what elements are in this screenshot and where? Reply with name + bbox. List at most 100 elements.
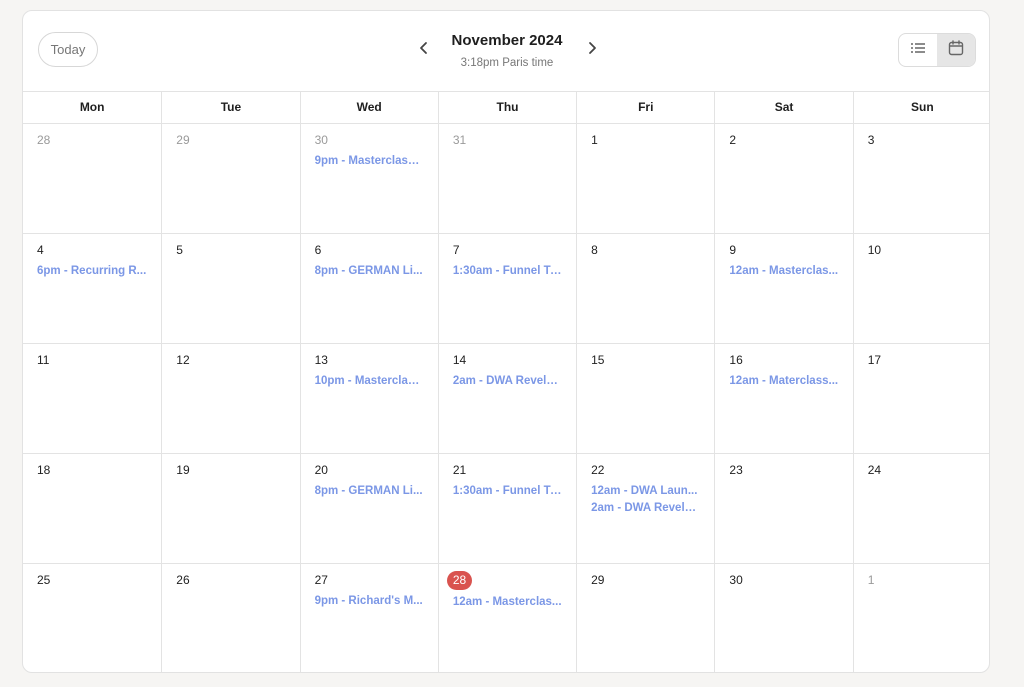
calendar-event[interactable]: 12am - Masterclas... xyxy=(729,263,838,280)
calendar-day-cell[interactable]: 30 xyxy=(714,564,852,672)
calendar-day-cell[interactable]: 29 xyxy=(161,124,299,233)
calendar-event[interactable]: 1:30am - Funnel Tr... xyxy=(453,483,562,500)
list-view-button[interactable] xyxy=(899,34,937,66)
day-number: 17 xyxy=(867,353,882,367)
day-number: 11 xyxy=(37,353,50,367)
day-number: 2 xyxy=(729,133,737,147)
day-number: 31 xyxy=(452,133,467,147)
weekday-label: Fri xyxy=(576,92,714,123)
calendar-day-cell[interactable]: 12 xyxy=(161,344,299,453)
calendar-day-cell[interactable]: 17 xyxy=(852,344,989,453)
calendar-day-cell[interactable]: 30 9pm - Masterclass... xyxy=(299,124,438,233)
day-number: 27 xyxy=(314,573,328,587)
calendar-event[interactable]: 10pm - Masterclas... xyxy=(315,373,424,390)
calendar-day-cell[interactable]: 3 xyxy=(852,124,989,233)
list-icon xyxy=(910,41,926,60)
calendar-day-cell[interactable]: 7 1:30am - Funnel Tr... xyxy=(437,234,576,343)
day-number: 22 xyxy=(591,463,605,477)
calendar-day-cell[interactable]: 16 12am - Materclass... xyxy=(714,344,852,453)
calendar-header: Today November 2024 3:18pm Paris time xyxy=(23,11,989,91)
day-number: 23 xyxy=(729,463,743,477)
calendar-day-cell[interactable]: 18 xyxy=(23,454,161,563)
calendar-day-cell[interactable]: 8 xyxy=(576,234,714,343)
weekday-label: Sun xyxy=(852,92,989,123)
day-number: 20 xyxy=(314,463,328,477)
calendar-event[interactable]: 12am - DWA Laun... xyxy=(591,483,700,500)
calendar-day-cell[interactable]: 4 6pm - Recurring R... xyxy=(23,234,161,343)
calendar-day-cell[interactable]: 26 xyxy=(161,564,299,672)
today-day-number: 28 xyxy=(446,571,473,590)
day-number: 25 xyxy=(37,573,51,587)
calendar-event[interactable]: 9pm - Masterclass... xyxy=(315,153,424,170)
calendar-day-cell[interactable]: 19 xyxy=(161,454,299,563)
timezone-subtitle: 3:18pm Paris time xyxy=(460,57,554,69)
weekday-label: Tue xyxy=(161,92,299,123)
calendar-week-row: 11 12 13 10pm - Masterclas... 14 2am - DWA Re… xyxy=(23,344,989,454)
calendar-day-cell[interactable]: 25 xyxy=(23,564,161,672)
next-month-button[interactable] xyxy=(583,41,601,59)
day-number: 29 xyxy=(591,573,605,587)
calendar-day-cell[interactable]: 13 10pm - Masterclas... xyxy=(299,344,438,453)
calendar-day-cell[interactable]: 27 9pm - Richard's M... xyxy=(299,564,438,672)
day-number: 4 xyxy=(37,243,44,257)
calendar-event[interactable]: 12am - Masterclas... xyxy=(453,594,562,611)
day-number: 15 xyxy=(591,353,605,367)
weekday-label: Mon xyxy=(79,100,105,114)
calendar-day-cell[interactable]: 9 12am - Masterclas... xyxy=(714,234,852,343)
calendar-day-cell[interactable]: 14 2am - DWA Revela... xyxy=(437,344,576,453)
calendar-day-cell[interactable]: 11 xyxy=(23,344,161,453)
calendar-day-cell[interactable]: 28 12am - Masterclas... xyxy=(437,564,576,672)
calendar-day-cell[interactable]: 22 12am - DWA Laun... 2am - DWA Revela... xyxy=(576,454,714,563)
calendar-event[interactable]: 1:30am - Funnel Tr... xyxy=(453,263,562,280)
day-number: 9 xyxy=(729,243,737,257)
calendar-day-cell[interactable]: 24 xyxy=(852,454,989,563)
calendar-event[interactable]: 8pm - GERMAN Li... xyxy=(315,263,424,280)
calendar-view-button[interactable] xyxy=(937,34,975,66)
day-number: 8 xyxy=(591,243,598,257)
calendar-day-cell[interactable]: 23 xyxy=(714,454,852,563)
calendar-event[interactable]: 9pm - Richard's M... xyxy=(315,593,424,610)
day-number: 26 xyxy=(176,573,190,587)
day-number: 13 xyxy=(314,353,328,367)
day-number: 6 xyxy=(314,243,322,257)
calendar-day-cell[interactable]: 5 xyxy=(161,234,299,343)
calendar-event[interactable]: 8pm - GERMAN Li... xyxy=(315,483,424,500)
calendar-day-cell[interactable]: 20 8pm - GERMAN Li... xyxy=(299,454,438,563)
weekday-header: Mon Tue Wed Thu Fri Sat Sun xyxy=(23,91,989,124)
calendar-day-cell[interactable]: 2 xyxy=(714,124,852,233)
month-title: November 2024 xyxy=(451,32,563,49)
view-toggle xyxy=(898,33,976,67)
calendar-day-cell[interactable]: 31 xyxy=(437,124,576,233)
chevron-right-icon xyxy=(586,41,598,60)
day-number: 28 xyxy=(37,133,51,147)
calendar-event[interactable]: 12am - Materclass... xyxy=(729,373,838,390)
calendar-week-row: 18 19 20 8pm - GERMAN Li... 21 1:30am - Funne… xyxy=(23,454,989,564)
calendar-day-cell[interactable]: 29 xyxy=(576,564,714,672)
day-number: 19 xyxy=(176,463,190,477)
day-number: 24 xyxy=(867,463,882,477)
day-number: 16 xyxy=(729,353,743,367)
calendar-day-cell[interactable]: 21 1:30am - Funnel Tr... xyxy=(437,454,576,563)
calendar-day-cell[interactable]: 10 xyxy=(852,234,989,343)
calendar-day-cell[interactable]: 1 xyxy=(576,124,714,233)
day-number: 1 xyxy=(591,133,598,147)
weekday-label: Wed xyxy=(299,92,438,123)
today-button[interactable]: Today xyxy=(38,32,98,67)
calendar-week-row: 4 6pm - Recurring R... 5 6 8pm - GERMAN Li..… xyxy=(23,234,989,344)
month-grid: 28 29 30 9pm - Masterclass... 31 1 2 3 4 6pm - Re… xyxy=(23,124,989,672)
weekday-label: Thu xyxy=(437,92,576,123)
calendar-day-cell[interactable]: 1 xyxy=(852,564,989,672)
calendar-day-cell[interactable]: 6 8pm - GERMAN Li... xyxy=(299,234,438,343)
day-number: 12 xyxy=(176,353,190,367)
calendar-event[interactable]: 2am - DWA Revela... xyxy=(453,373,562,390)
calendar-day-cell[interactable]: 28 xyxy=(23,124,161,233)
calendar-week-row: 25 26 27 9pm - Richard's M... 28 12am - Maste… xyxy=(23,564,989,672)
day-number: 30 xyxy=(729,573,743,587)
weekday-label: Sat xyxy=(714,92,852,123)
calendar-day-cell[interactable]: 15 xyxy=(576,344,714,453)
calendar-event[interactable]: 6pm - Recurring R... xyxy=(37,263,147,280)
calendar-week-row: 28 29 30 9pm - Masterclass... 31 1 2 3 xyxy=(23,124,989,234)
day-number: 18 xyxy=(37,463,51,477)
day-number: 10 xyxy=(867,243,882,257)
calendar-event[interactable]: 2am - DWA Revela... xyxy=(591,500,700,517)
